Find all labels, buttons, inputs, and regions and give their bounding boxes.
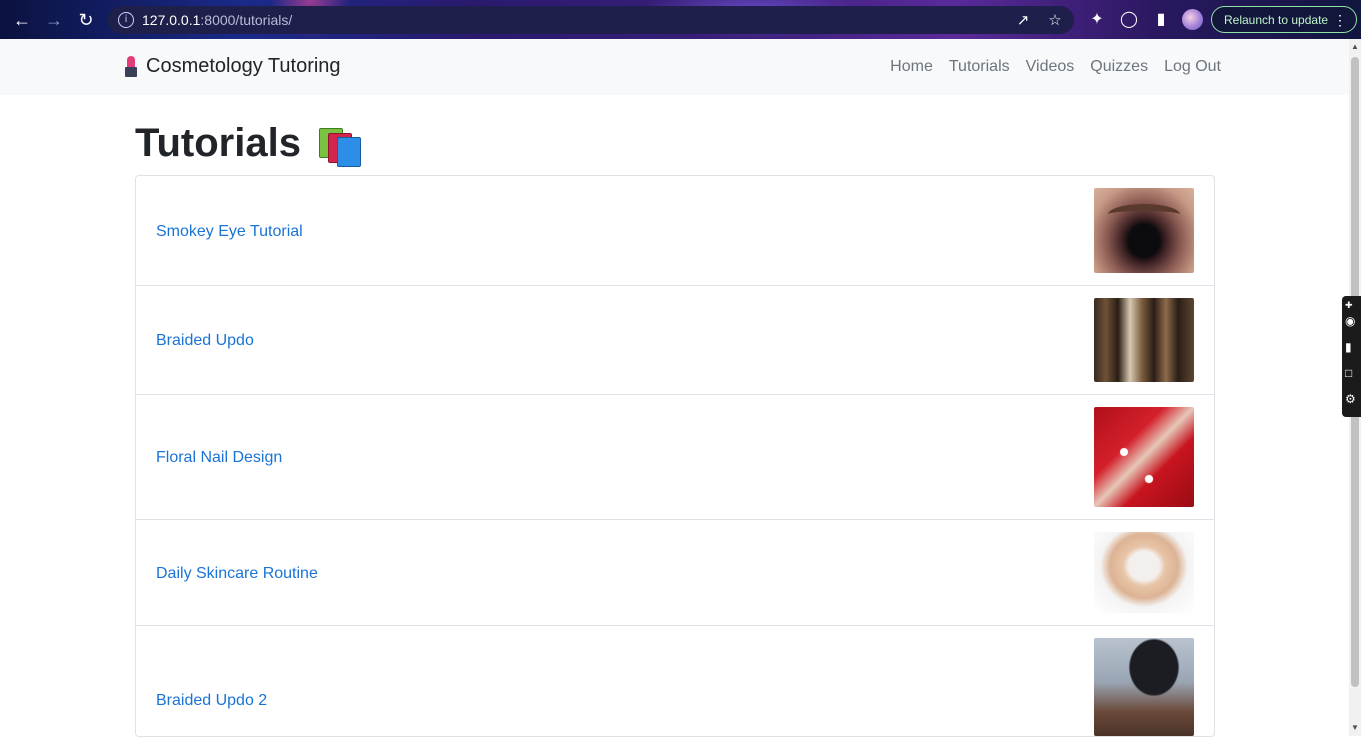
sidebar-icon[interactable]: ▮ xyxy=(1151,9,1171,29)
skincare-thumbnail[interactable] xyxy=(1094,532,1194,613)
nav-link-home[interactable]: Home xyxy=(890,58,933,76)
tutorial-link[interactable]: Braided Updo xyxy=(156,332,254,350)
tutorial-list: Smokey Eye Tutorial Braided Updo Floral … xyxy=(135,175,1215,737)
smokey-eye-thumbnail[interactable] xyxy=(1094,188,1194,273)
browser-toolbar: ← → ↻ i 127.0.0.1:8000/tutorials/ ↗ ☆ ✦ … xyxy=(0,0,1361,39)
list-item[interactable]: Floral Nail Design xyxy=(136,395,1214,520)
books-icon xyxy=(318,128,361,167)
nav-link-videos[interactable]: Videos xyxy=(1026,58,1075,76)
nav-link-logout[interactable]: Log Out xyxy=(1164,58,1221,76)
window-icon[interactable]: □ xyxy=(1345,366,1359,380)
nav-link-quizzes[interactable]: Quizzes xyxy=(1090,58,1148,76)
more-vert-icon[interactable]: ⋮ xyxy=(1333,7,1347,34)
back-arrow-icon[interactable]: ← xyxy=(10,8,34,32)
lipstick-icon xyxy=(124,55,138,78)
list-item[interactable]: Smokey Eye Tutorial xyxy=(136,176,1214,286)
profile-avatar[interactable] xyxy=(1182,9,1203,30)
camera-icon[interactable]: ◉ xyxy=(1345,314,1359,328)
floral-nails-thumbnail[interactable] xyxy=(1094,407,1194,507)
gear-icon[interactable]: ⚙ xyxy=(1345,392,1359,406)
braided-bun-thumbnail[interactable] xyxy=(1094,638,1194,736)
url-path: :8000/tutorials/ xyxy=(200,12,293,28)
page-title: Tutorials xyxy=(135,120,301,165)
reload-icon[interactable]: ↻ xyxy=(74,8,98,32)
relaunch-label: Relaunch to update xyxy=(1224,13,1329,27)
relaunch-button[interactable]: Relaunch to update ⋮ xyxy=(1211,6,1357,33)
star-icon[interactable]: ☆ xyxy=(1046,11,1064,29)
address-bar[interactable]: i 127.0.0.1:8000/tutorials/ ↗ ☆ xyxy=(108,6,1074,34)
info-icon[interactable]: i xyxy=(118,12,134,28)
scroll-down-arrow-icon[interactable]: ▼ xyxy=(1351,723,1359,733)
video-icon[interactable]: ▮ xyxy=(1345,340,1359,354)
site-navbar: Cosmetology Tutoring Home Tutorials Vide… xyxy=(0,39,1349,95)
extension-icon[interactable]: ◯ xyxy=(1119,9,1139,29)
url-text[interactable]: 127.0.0.1:8000/tutorials/ xyxy=(142,12,292,28)
forward-arrow-icon[interactable]: → xyxy=(42,8,66,32)
list-item[interactable]: Daily Skincare Routine xyxy=(136,520,1214,626)
brand-name: Cosmetology Tutoring xyxy=(146,55,341,77)
pin-icon[interactable]: ✚ xyxy=(1345,298,1359,312)
list-item[interactable]: Braided Updo xyxy=(136,286,1214,395)
scroll-up-arrow-icon[interactable]: ▲ xyxy=(1351,42,1359,52)
tutorial-link[interactable]: Floral Nail Design xyxy=(156,449,282,467)
share-icon[interactable]: ↗ xyxy=(1014,11,1032,29)
page-heading: Tutorials xyxy=(135,120,361,167)
nav-link-tutorials[interactable]: Tutorials xyxy=(949,58,1010,76)
list-item[interactable]: Braided Updo 2 xyxy=(136,626,1214,736)
floating-capture-toolbar: ✚ ◉ ▮ □ ⚙ xyxy=(1342,296,1361,417)
tutorial-link[interactable]: Smokey Eye Tutorial xyxy=(156,223,303,241)
brand[interactable]: Cosmetology Tutoring xyxy=(124,55,341,78)
extensions-icon[interactable]: ✦ xyxy=(1087,9,1107,29)
braided-hair-thumbnail[interactable] xyxy=(1094,298,1194,382)
tutorial-link[interactable]: Daily Skincare Routine xyxy=(156,565,318,583)
url-host: 127.0.0.1 xyxy=(142,12,201,28)
tutorial-link[interactable]: Braided Updo 2 xyxy=(156,692,267,710)
nav-links: Home Tutorials Videos Quizzes Log Out xyxy=(890,58,1221,76)
